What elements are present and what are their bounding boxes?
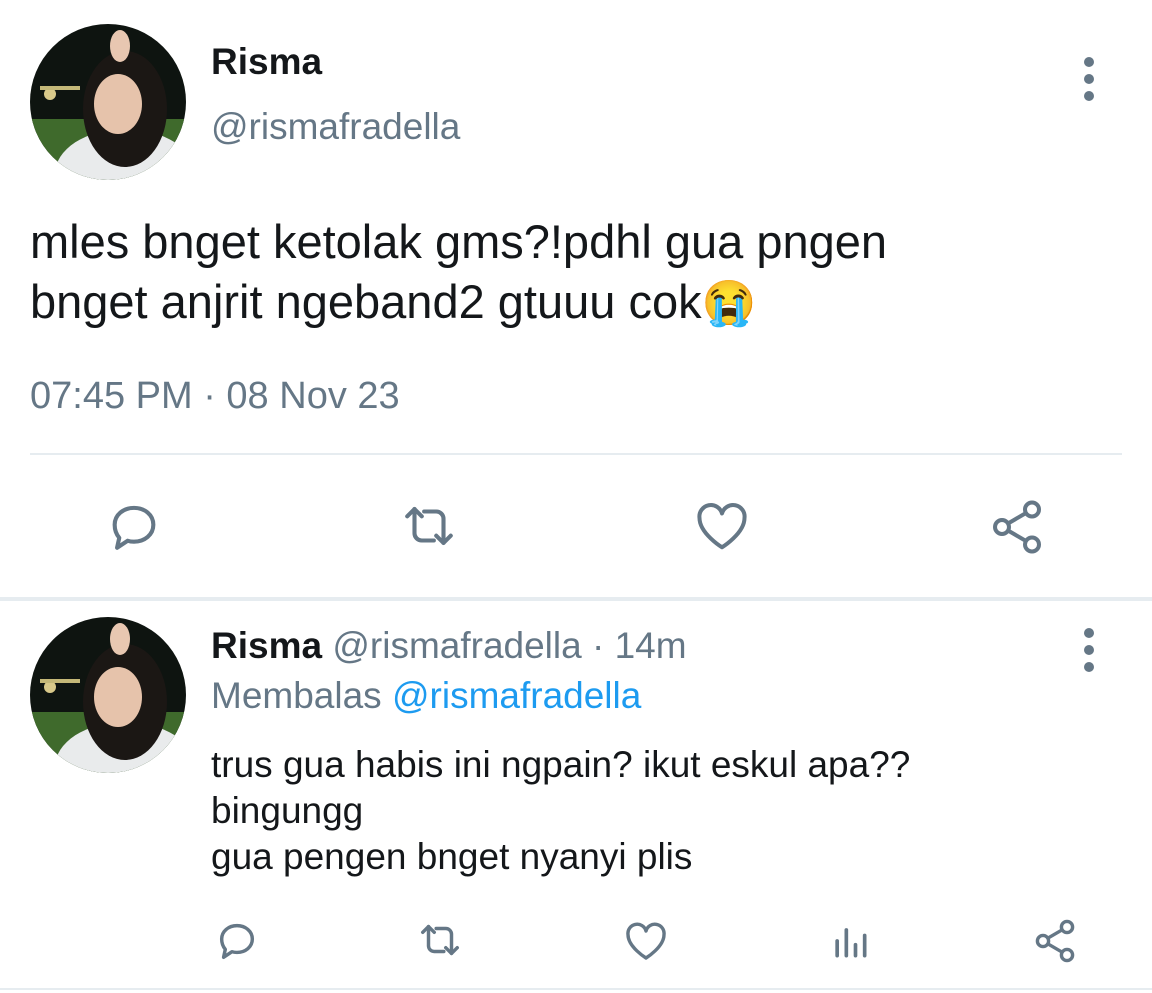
tweet-text-line: mles bnget ketolak gms?!pdhl gua pngen	[30, 215, 888, 268]
author-name[interactable]: Risma	[211, 40, 322, 84]
tweet-text-line: bnget anjrit ngeband2 gtuuu cok	[30, 275, 702, 328]
tweet-text: mles bnget ketolak gms?!pdhl gua pngen b…	[30, 212, 887, 334]
replying-label: Membalas	[211, 675, 382, 716]
divider	[0, 988, 1152, 990]
reply-text-line: trus gua habis ini ngpain? ikut eskul ap…	[211, 744, 911, 785]
more-options-icon[interactable]	[1079, 57, 1099, 101]
author-handle[interactable]: @rismafradella	[211, 105, 460, 149]
tweet-timestamp[interactable]: 07:45 PM · 08 Nov 23	[30, 373, 400, 419]
divider	[0, 597, 1152, 601]
reply-text-line: bingungg	[211, 790, 364, 831]
retweet-icon[interactable]	[398, 497, 460, 555]
avatar[interactable]	[30, 617, 186, 773]
avatar[interactable]	[30, 24, 186, 180]
reply-text-line: gua pengen bnget nyanyi plis	[211, 836, 693, 877]
analytics-icon[interactable]	[828, 918, 872, 964]
reply-header: Risma @rismafradella · 14m	[211, 624, 687, 668]
more-options-icon[interactable]	[1079, 628, 1099, 672]
author-name[interactable]: Risma	[211, 625, 322, 666]
replying-to: Membalas @rismafradella	[211, 674, 641, 718]
share-icon[interactable]	[987, 497, 1047, 557]
retweet-icon[interactable]	[415, 917, 465, 963]
crying-emoji: 😭	[701, 279, 757, 328]
divider	[30, 453, 1122, 455]
author-handle-time[interactable]: @rismafradella · 14m	[332, 625, 686, 666]
reply-icon[interactable]	[214, 917, 260, 963]
like-icon[interactable]	[622, 917, 670, 965]
replying-handle-link[interactable]: @rismafradella	[392, 675, 641, 716]
reply-text: trus gua habis ini ngpain? ikut eskul ap…	[211, 742, 910, 880]
reply-icon[interactable]	[105, 497, 163, 555]
share-icon[interactable]	[1031, 917, 1079, 965]
like-icon[interactable]	[692, 496, 752, 556]
